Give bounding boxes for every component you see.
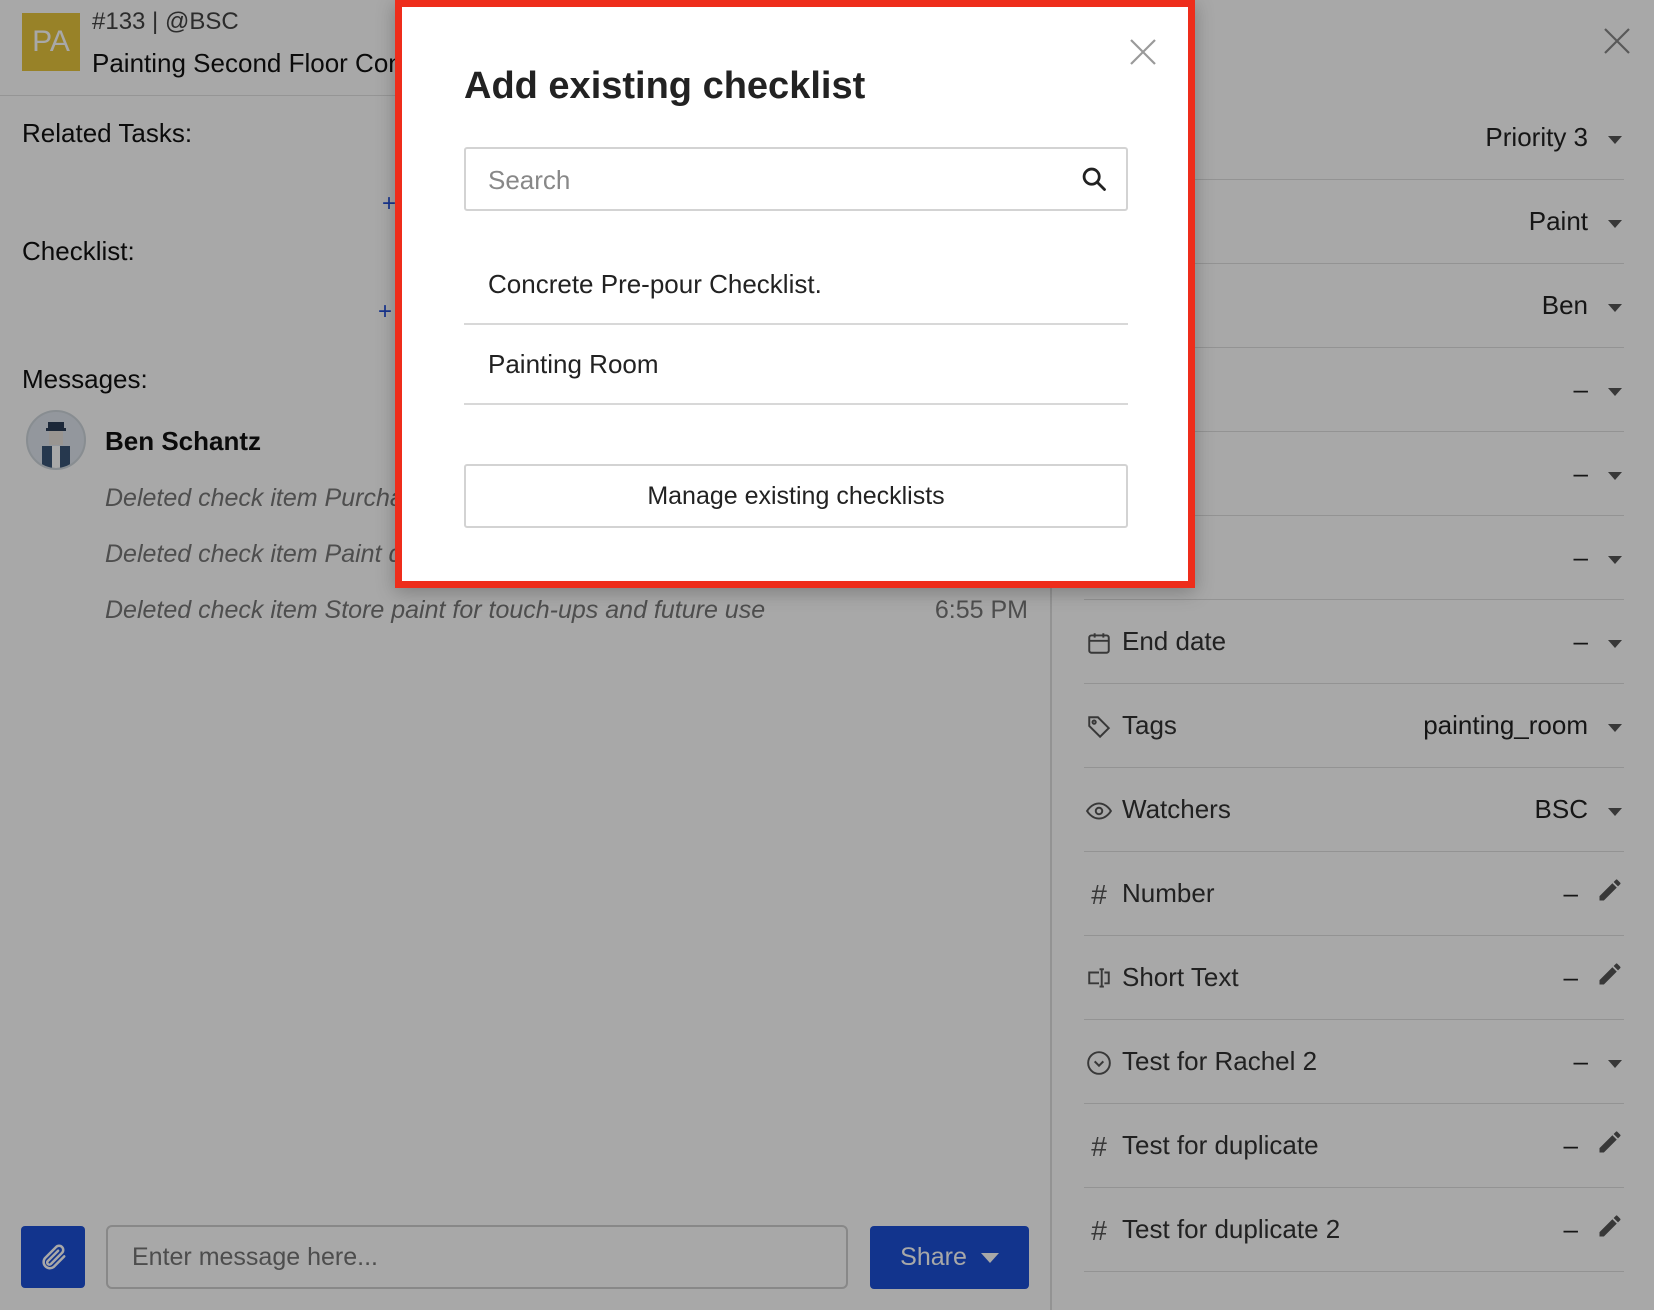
search-input[interactable] [466,149,1070,211]
search-icon[interactable] [1080,165,1108,198]
close-dialog-button[interactable] [1128,37,1158,72]
search-box [464,147,1128,211]
add-existing-checklist-dialog: Add existing checklist Concrete Pre-pour… [395,0,1195,588]
manage-checklists-button[interactable]: Manage existing checklists [464,464,1128,528]
checklist-option[interactable]: Concrete Pre-pour Checklist. [464,245,1128,325]
close-icon [1130,39,1156,65]
dialog-title: Add existing checklist [464,65,866,107]
checklist-option[interactable]: Painting Room [464,325,1128,405]
